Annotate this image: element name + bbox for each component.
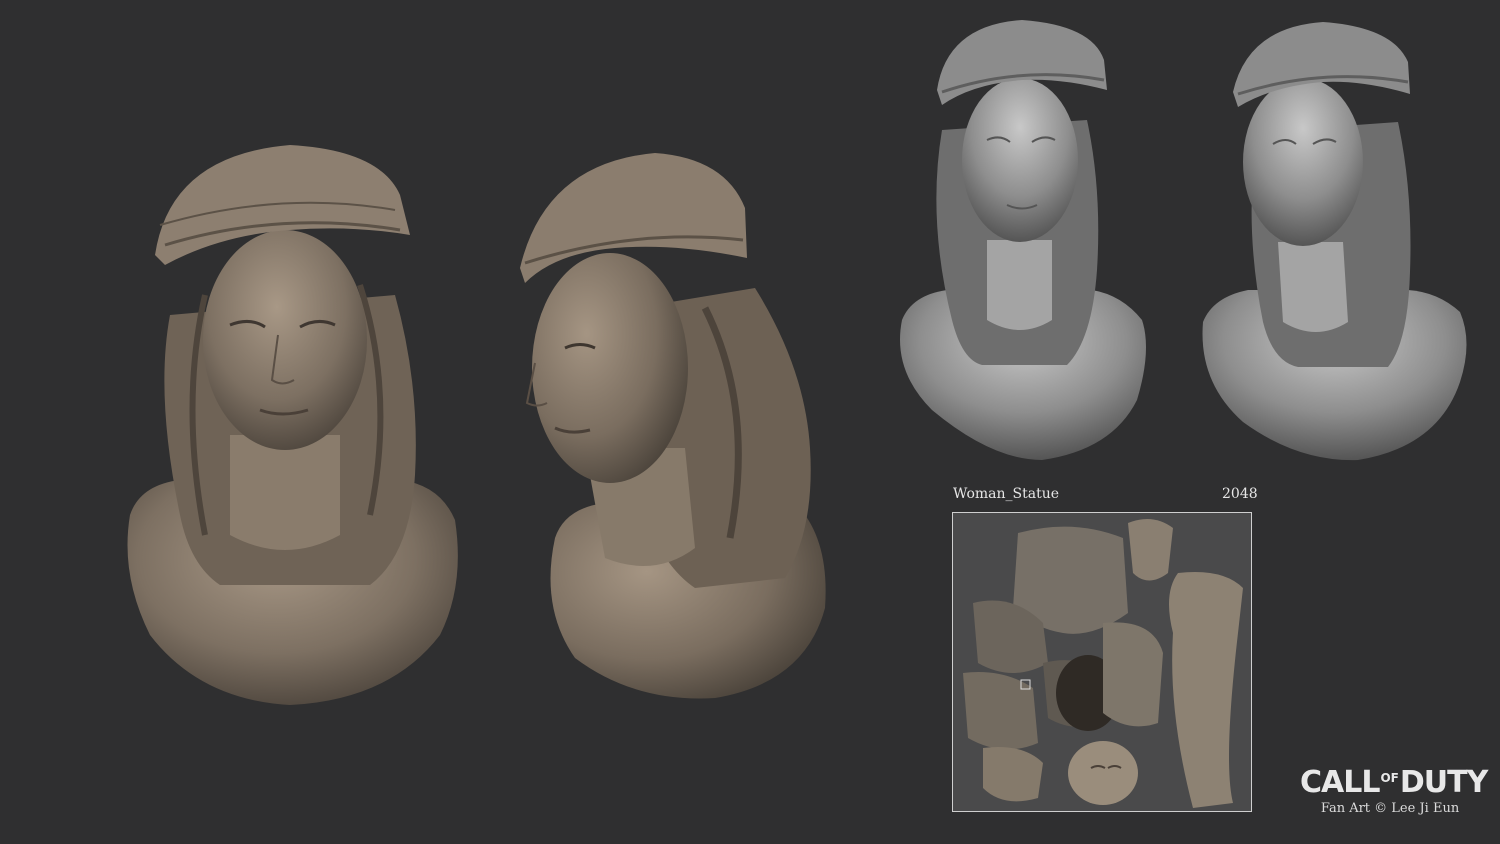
logo-word-call: CALL (1300, 765, 1380, 800)
branding-block: CALLOFDUTY Fan Art © Lee Ji Eun (1300, 762, 1488, 817)
texture-resolution-label: 2048 (1222, 486, 1258, 502)
textured-bust-side-render (520, 153, 826, 699)
call-of-duty-logo: CALLOFDUTY (1300, 762, 1488, 800)
uv-islands-graphic (963, 519, 1243, 808)
clay-sculpt-side-render (1202, 22, 1467, 461)
uv-texture-atlas (952, 512, 1252, 812)
clay-sculpt-front-render (900, 20, 1146, 460)
logo-word-of: OF (1380, 771, 1399, 785)
textured-bust-front-render (127, 145, 458, 705)
texture-name-label: Woman_Statue (953, 486, 1059, 502)
logo-word-duty: DUTY (1399, 765, 1488, 800)
fan-art-credit: Fan Art © Lee Ji Eun (1320, 801, 1460, 816)
